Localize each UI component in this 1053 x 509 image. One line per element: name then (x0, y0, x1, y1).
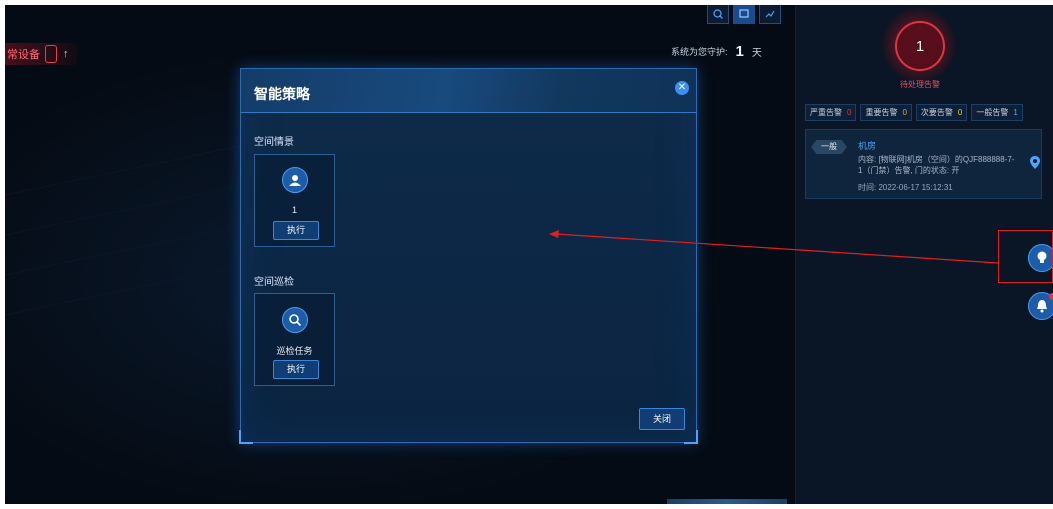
smart-strategy-dialog: 智能策略 ✕ 空间情景 1 执行 空间巡检 巡检任务 执行 关闭 (239, 68, 698, 444)
abnormal-device-label: 常设备 (7, 49, 40, 61)
guard-text: 系统为您守护: (671, 47, 728, 57)
corner-decoration (684, 430, 698, 444)
scene-card[interactable]: 1 执行 (254, 154, 335, 247)
screen-view-button[interactable] (733, 5, 755, 24)
tab-general-alarm[interactable]: 一般告警 1 (971, 104, 1023, 121)
bottom-toolbar-strip (667, 499, 787, 504)
inspection-card[interactable]: 巡检任务 执行 (254, 293, 335, 386)
dialog-header: 智能策略 ✕ (241, 69, 696, 113)
abnormal-device-indicator[interactable]: 常设备 ↑ (5, 43, 77, 65)
tab-minor-alarm[interactable]: 次要告警 0 (915, 104, 968, 121)
chart-icon (765, 10, 775, 18)
scene-card-label: 1 (291, 205, 297, 215)
view-toolbar (707, 5, 781, 24)
alarm-level-badge: 一般 (811, 140, 847, 154)
pending-alarm-label: 待处理告警 (900, 80, 940, 89)
guard-days-unit: 天 (751, 48, 762, 59)
annotation-highlight-box (998, 230, 1053, 283)
monitor-icon (739, 9, 749, 18)
pending-alarm-count[interactable]: 1 (895, 21, 945, 71)
section-title-scene: 空间情景 (254, 137, 294, 148)
chart-view-button[interactable] (759, 5, 781, 24)
tab-major-alarm[interactable]: 重要告警 0 (860, 104, 912, 121)
inspection-card-label: 巡检任务 (276, 346, 313, 356)
dialog-close-button[interactable]: 关闭 (639, 408, 685, 430)
notification-button[interactable] (1028, 292, 1053, 320)
notification-badge (1049, 293, 1053, 300)
tab-critical-alarm[interactable]: 严重告警 0 (805, 104, 857, 121)
bell-icon (1037, 300, 1047, 313)
dialog-title: 智能策略 (254, 86, 310, 102)
search-view-button[interactable] (707, 5, 729, 24)
alarm-card-content: 内容: [物联网]机房（空间）的QJF888888-7-1（门禁）告警, 门的状… (858, 155, 1015, 175)
people-icon (282, 167, 308, 193)
search-icon (713, 9, 723, 19)
corner-decoration (239, 430, 253, 444)
location-pin-icon[interactable] (1030, 156, 1040, 169)
alarm-card[interactable]: 一般 机房 内容: [物联网]机房（空间）的QJF888888-7-1（门禁）告… (805, 129, 1042, 199)
search-icon (282, 307, 308, 333)
close-icon[interactable]: ✕ (675, 81, 689, 95)
section-title-inspection: 空间巡检 (254, 277, 294, 288)
alarm-card-title: 机房 (858, 141, 877, 151)
guard-days-count: 1 (735, 43, 744, 60)
alarm-level-tabs: 严重告警 0 重要告警 0 次要告警 0 一般告警 1 (805, 104, 1023, 121)
abnormal-device-count (45, 45, 57, 63)
execute-inspection-button[interactable]: 执行 (273, 360, 319, 379)
up-arrow-icon: ↑ (63, 48, 69, 60)
execute-scene-button[interactable]: 执行 (273, 221, 319, 240)
alarm-card-time: 时间: 2022-06-17 15:12:31 (858, 183, 953, 192)
guard-days: 系统为您守护: 1 天 (671, 43, 762, 60)
